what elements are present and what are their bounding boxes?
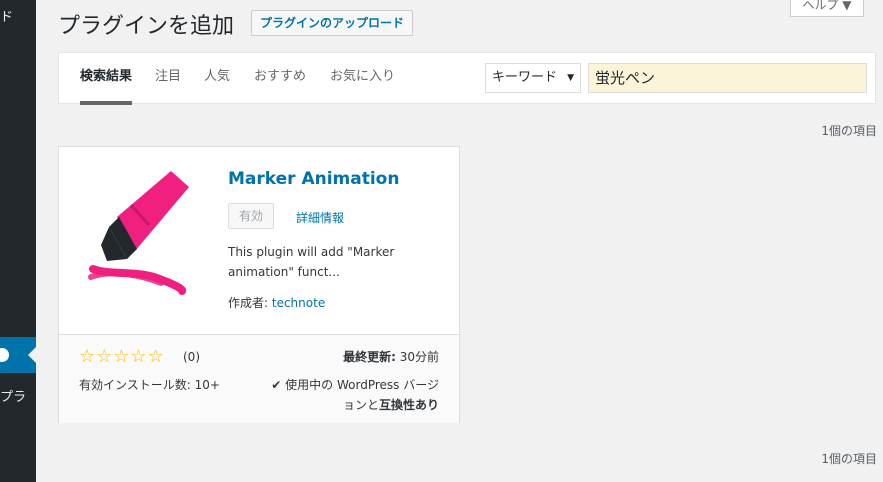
search-type-select[interactable]: キーワード ▼ — [485, 63, 581, 93]
compat-text-bold: 互換性あり — [378, 398, 439, 412]
search-type-value: キーワード — [492, 70, 558, 85]
active-installs: 有効インストール数: 10+ — [79, 378, 220, 392]
admin-sidebar: ド プラ — [0, 0, 36, 482]
plugin-card-bottom: ☆☆☆☆☆ (0) 有効インストール数: 10+ 最終更新: 30分前 ✔ 使用… — [59, 334, 459, 423]
tab-featured[interactable]: 注目 — [155, 53, 181, 105]
star-rating: ☆☆☆☆☆ — [79, 347, 165, 367]
page-title: プラグインを追加 — [58, 14, 235, 39]
more-details-link[interactable]: 詳細情報 — [296, 209, 344, 226]
current-menu-arrow — [28, 347, 36, 363]
result-count-bottom: 1個の項目 — [821, 452, 877, 466]
sidebar-item-label[interactable]: ド — [0, 6, 13, 25]
last-updated-value: 30分前 — [399, 350, 439, 364]
search-input[interactable]: 蛍光ペン — [588, 63, 867, 93]
sidebar-submenu-item[interactable]: プラ — [0, 386, 26, 405]
tab-popular[interactable]: 人気 — [204, 53, 230, 105]
star-empty-icon: ☆ — [96, 346, 113, 367]
author-prefix: 作成者: — [228, 296, 269, 310]
last-updated: 最終更新: 30分前 — [343, 348, 439, 365]
star-empty-icon: ☆ — [79, 346, 96, 367]
author-link[interactable]: technote — [272, 296, 325, 310]
upload-plugin-button[interactable]: プラグインのアップロード — [251, 10, 414, 36]
compatibility: ✔ 使用中の WordPress バージ ョンと互換性あり — [263, 375, 439, 415]
star-empty-icon: ☆ — [130, 346, 147, 367]
highlighter-icon — [88, 171, 189, 295]
tab-search-results[interactable]: 検索結果 — [80, 53, 133, 105]
plugin-name-link[interactable]: Marker Animation — [228, 169, 399, 189]
rating-count: (0) — [183, 350, 200, 364]
plugin-filter-bar: 検索結果 注目 人気 おすすめ お気に入り キーワード ▼ 蛍光ペン — [58, 52, 876, 105]
tab-recommended[interactable]: おすすめ — [254, 53, 306, 105]
chevron-down-icon: ▼ — [567, 73, 574, 83]
last-updated-label: 最終更新: — [343, 350, 396, 364]
compat-text-1: 使用中の WordPress バージ — [285, 378, 439, 392]
active-button: 有効 — [228, 203, 274, 229]
checkmark-icon: ✔ — [271, 378, 282, 392]
plugins-icon — [0, 348, 9, 362]
plugin-card-top: Marker Animation 有効 詳細情報 This plugin wil… — [59, 147, 459, 334]
plugin-card: Marker Animation 有効 詳細情報 This plugin wil… — [58, 146, 460, 423]
plugin-description: This plugin will add "Marker animation" … — [228, 245, 395, 279]
compat-text-2: ョンと — [342, 398, 379, 412]
result-count-top: 1個の項目 — [821, 124, 877, 138]
plugin-author: 作成者: technote — [228, 294, 325, 311]
star-empty-icon: ☆ — [113, 346, 130, 367]
tab-favorites[interactable]: お気に入り — [330, 53, 395, 105]
help-tab[interactable]: ヘルプ ▼ — [790, 0, 864, 17]
star-empty-icon: ☆ — [147, 346, 164, 367]
